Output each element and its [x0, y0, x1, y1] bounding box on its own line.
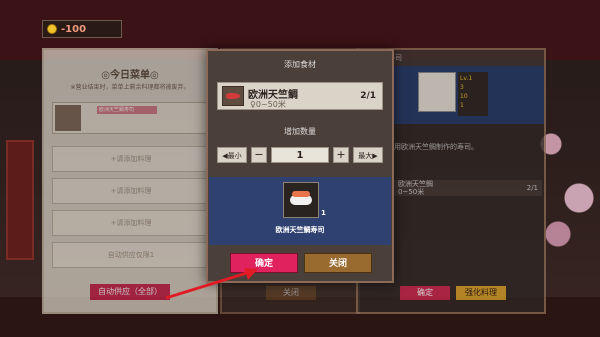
- add-dish-slot[interactable]: +请添加料理: [52, 178, 210, 204]
- result-preview: 1 欧洲天竺鲷寿司: [209, 177, 391, 245]
- detail-ingredient-name: 欧洲天竺鲷: [398, 180, 433, 188]
- result-name: 欧洲天竺鲷寿司: [275, 226, 325, 234]
- ingredient-card: 欧洲天竺鲷 ♀0~50米 2/1: [217, 82, 383, 110]
- add-dish-slot[interactable]: +请添加料理: [52, 210, 210, 236]
- background-lantern: [6, 140, 34, 260]
- modal-title: 添加食材: [284, 60, 316, 69]
- detail-level: Lv.1: [460, 75, 473, 82]
- add-ingredient-modal: 添加食材 欧洲天竺鲷 ♀0~50米 2/1 增加数量 ◀最小 − 1 + 最大▶…: [206, 49, 394, 283]
- minus-button[interactable]: −: [251, 147, 267, 163]
- dish-thumbnail: [55, 105, 81, 131]
- middle-close-button[interactable]: 关闭: [266, 286, 316, 300]
- detail-stats: Lv.1 3 10 1: [458, 72, 488, 116]
- detail-dish-thumbnail: [418, 72, 456, 112]
- coin-icon: [47, 24, 57, 34]
- quantity-label: 增加数量: [284, 127, 316, 136]
- fish-icon: [222, 86, 244, 106]
- detail-stat: 3: [460, 84, 464, 91]
- today-menu-subtitle: ※营业结束时，菜单上剩余料理都将被废弃。: [70, 84, 190, 91]
- dish-name: 欧洲天竺鲷寿司: [97, 106, 157, 114]
- plus-button[interactable]: +: [333, 147, 349, 163]
- today-menu-title: ◎今日菜单◎: [101, 70, 159, 81]
- detail-stat: 10: [460, 93, 468, 100]
- tutorial-arrow-icon: [165, 268, 258, 300]
- close-button[interactable]: 关闭: [304, 253, 372, 273]
- coin-display: -100: [42, 20, 122, 38]
- quantity-stepper: ◀最小 − 1 + 最大▶: [217, 146, 383, 164]
- min-button[interactable]: ◀最小: [217, 147, 247, 163]
- detail-ingredient-count: 2/1: [526, 184, 538, 192]
- strengthen-dish-button[interactable]: 强化料理: [456, 286, 506, 300]
- coin-amount: -100: [61, 23, 87, 35]
- detail-stat: 1: [460, 102, 464, 109]
- detail-description: 用欧洲天竺鲷制作的寿司。: [394, 143, 478, 151]
- detail-ingredient-range: 0~50米: [398, 188, 425, 196]
- detail-ingredient-row: 欧洲天竺鲷 0~50米 2/1: [394, 180, 542, 196]
- sushi-icon: [283, 182, 319, 218]
- add-dish-slot[interactable]: +请添加料理: [52, 146, 210, 172]
- result-count: 1: [321, 209, 326, 217]
- quantity-value[interactable]: 1: [271, 147, 329, 163]
- max-button[interactable]: 最大▶: [353, 147, 383, 163]
- ingredient-count: 2/1: [360, 91, 376, 101]
- detail-confirm-button[interactable]: 确定: [400, 286, 450, 300]
- menu-dish-card[interactable]: 欧洲天竺鲷寿司: [52, 102, 210, 134]
- sushi-shape: [290, 191, 312, 205]
- ingredient-range: ♀0~50米: [250, 100, 286, 109]
- fish-shape: [226, 93, 240, 99]
